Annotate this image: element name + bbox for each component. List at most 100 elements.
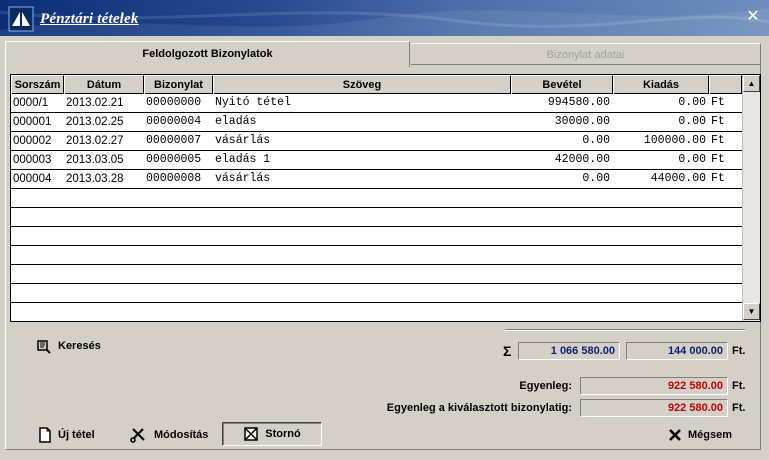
table-cell-szoveg	[213, 303, 511, 321]
table-cell-datum	[64, 227, 144, 245]
scroll-up-icon[interactable]: ▲	[743, 75, 760, 92]
table-cell-sorszam: 000002	[13, 135, 52, 147]
balance-selected-label: Egyenleg a kiválasztott bizonylatig:	[386, 402, 572, 414]
table-row[interactable]	[11, 265, 742, 284]
table-cell-unit: Ft	[711, 172, 725, 185]
table-cell-bizonylat	[144, 208, 213, 226]
table-cell-sorszam: 000001	[13, 116, 52, 128]
table-header: Sorszám Dátum Bizonylat Szöveg Bevétel K…	[11, 75, 742, 94]
table-cell-sorszam	[11, 227, 64, 245]
table-cell-unit	[709, 189, 742, 207]
table-cell-sorszam	[11, 284, 64, 302]
logo-icon	[8, 6, 34, 32]
table-cell-kiadas: 0.00	[678, 96, 706, 109]
transactions-table[interactable]: Sorszám Dátum Bizonylat Szöveg Bevétel K…	[10, 74, 761, 322]
vertical-scrollbar[interactable]: ▲ ▼	[742, 75, 760, 321]
table-cell-datum	[64, 189, 144, 207]
column-header-sorszam[interactable]: Sorszám	[11, 75, 64, 94]
tab-bizonylat-adatai[interactable]: Bizonylat adatai	[411, 43, 761, 65]
table-row[interactable]: 000004 2013.03.28 00000008 vásárlás 0.00 4400…	[11, 170, 742, 189]
table-cell-kiadas	[613, 303, 709, 321]
table-cell-datum	[64, 303, 144, 321]
table-cell-kiadas	[613, 284, 709, 302]
table-cell-bevetel: 42000.00	[554, 153, 610, 166]
table-cell-bizonylat	[144, 265, 213, 283]
search-button[interactable]: Keresés	[28, 334, 109, 358]
table-cell-szoveg	[213, 246, 511, 264]
table-cell-szoveg	[213, 208, 511, 226]
column-header-szoveg[interactable]: Szöveg	[213, 75, 511, 94]
table-cell-bevetel	[511, 265, 613, 283]
table-cell-kiadas: 0.00	[678, 153, 706, 166]
table-cell-unit	[709, 303, 742, 321]
modify-button[interactable]: Módosítás	[122, 423, 216, 447]
table-row[interactable]	[11, 303, 742, 321]
balance-unit: Ft.	[732, 380, 746, 392]
table-cell-unit	[709, 284, 742, 302]
table-cell-kiadas	[613, 227, 709, 245]
scroll-down-icon[interactable]: ▼	[743, 303, 760, 320]
table-cell-sorszam: 0000/1	[13, 97, 49, 109]
table-row[interactable]: 000002 2013.02.27 00000007 vásárlás 0.00 1000…	[11, 132, 742, 151]
table-cell-unit: Ft	[711, 134, 725, 147]
table-cell-bizonylat: 00000005	[146, 153, 202, 166]
table-cell-bevetel	[511, 303, 613, 321]
table-cell-datum: 2013.02.27	[66, 135, 124, 147]
table-cell-szoveg	[213, 189, 511, 207]
balance-selected-unit: Ft.	[732, 402, 746, 414]
table-cell-kiadas: 44000.00	[650, 172, 706, 185]
cancel-button[interactable]: Mégsem	[660, 423, 740, 447]
column-header-datum[interactable]: Dátum	[64, 75, 144, 94]
balance-selected-field: 922 580.00	[580, 399, 728, 417]
table-cell-datum	[64, 265, 144, 283]
table-cell-szoveg: vásárlás	[215, 172, 271, 185]
table-row[interactable]	[11, 284, 742, 303]
table-cell-datum	[64, 246, 144, 264]
table-row[interactable]	[11, 246, 742, 265]
table-cell-szoveg	[213, 227, 511, 245]
summary-divider	[505, 329, 745, 331]
table-row[interactable]	[11, 227, 742, 246]
table-cell-kiadas: 100000.00	[643, 134, 706, 147]
table-cell-kiadas: 0.00	[678, 115, 706, 128]
table-cell-bevetel	[511, 189, 613, 207]
table-cell-sorszam: 000003	[13, 154, 52, 166]
table-cell-bizonylat: 00000004	[146, 115, 202, 128]
table-cell-datum: 2013.03.28	[66, 173, 124, 185]
table-cell-datum: 2013.02.25	[66, 116, 124, 128]
column-header-unit	[709, 75, 742, 94]
table-cell-unit	[709, 265, 742, 283]
table-cell-bevetel: 0.00	[582, 134, 610, 147]
table-cell-sorszam	[11, 246, 64, 264]
table-row[interactable]: 000001 2013.02.25 00000004 eladás 30000.00 0.…	[11, 113, 742, 132]
balance-field: 922 580.00	[580, 377, 728, 395]
table-row[interactable]: 0000/1 2013.02.21 00000000 Nyitó tétel 99458…	[11, 94, 742, 113]
table-cell-kiadas	[613, 208, 709, 226]
table-cell-sorszam	[11, 208, 64, 226]
table-cell-bizonylat	[144, 303, 213, 321]
title-bar: Pénztári tételek ✕	[0, 0, 769, 36]
cancel-button-label: Mégsem	[688, 429, 733, 441]
table-row[interactable]	[11, 189, 742, 208]
tab-feldolgozott-bizonylatok[interactable]: Feldolgozott Bizonylatok	[5, 41, 410, 67]
column-header-bizonylat[interactable]: Bizonylat	[144, 75, 213, 94]
table-cell-bizonylat	[144, 246, 213, 264]
table-cell-bizonylat	[144, 189, 213, 207]
total-income-field: 1 066 580.00	[518, 342, 620, 360]
table-cell-bevetel	[511, 208, 613, 226]
new-item-button[interactable]: Új tétel	[30, 423, 103, 447]
table-cell-sorszam: 000004	[13, 173, 52, 185]
table-cell-bevetel	[511, 246, 613, 264]
storno-button[interactable]: Stornó	[222, 422, 322, 446]
table-row[interactable]: 000003 2013.03.05 00000005 eladás 1 42000.00…	[11, 151, 742, 170]
table-cell-bevetel	[511, 284, 613, 302]
close-icon[interactable]: ✕	[746, 9, 760, 25]
table-row[interactable]	[11, 208, 742, 227]
column-header-kiadas[interactable]: Kiadás	[613, 75, 709, 94]
column-header-bevetel[interactable]: Bevétel	[511, 75, 613, 94]
table-cell-bizonylat: 00000008	[146, 172, 202, 185]
table-cell-szoveg: vásárlás	[215, 134, 271, 147]
storno-icon	[244, 427, 259, 441]
table-cell-unit	[709, 246, 742, 264]
table-cell-bizonylat: 00000007	[146, 134, 202, 147]
